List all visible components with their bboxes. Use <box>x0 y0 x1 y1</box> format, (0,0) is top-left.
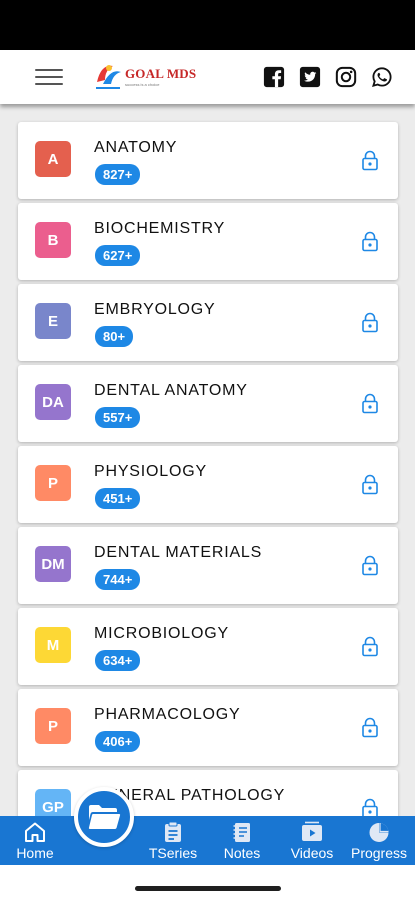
folder-icon <box>88 805 121 829</box>
question-count-badge: 827+ <box>95 164 141 185</box>
subject-card-microbiology[interactable]: M MICROBIOLOGY 634+ <box>18 608 398 685</box>
nav-videos[interactable]: Videos <box>285 816 339 865</box>
nav-notes[interactable]: Notes <box>218 816 266 865</box>
subject-card-pharmacology[interactable]: P PHARMACOLOGY 406+ <box>18 689 398 766</box>
nav-home[interactable]: Home <box>10 816 60 865</box>
social-links <box>263 66 393 88</box>
nav-label: Progress <box>350 845 408 861</box>
lock-icon <box>362 150 378 171</box>
subject-card-dental-anatomy[interactable]: DA DENTAL ANATOMY 557+ <box>18 365 398 442</box>
lock-icon <box>362 474 378 495</box>
logo-tagline: success is a choice <box>125 82 160 87</box>
nav-label: TSeries <box>148 845 198 861</box>
status-bar <box>0 0 415 50</box>
home-icon <box>25 822 45 842</box>
subject-avatar: E <box>35 303 71 339</box>
question-count-badge: 744+ <box>95 569 141 590</box>
logo-emblem-icon <box>96 65 121 89</box>
question-count-badge: 557+ <box>95 407 141 428</box>
home-indicator[interactable] <box>135 886 281 891</box>
instagram-icon[interactable] <box>335 66 357 88</box>
subject-avatar: M <box>35 627 71 663</box>
twitter-icon[interactable] <box>299 66 321 88</box>
subject-card-embryology[interactable]: E EMBRYOLOGY 80+ <box>18 284 398 361</box>
hamburger-line <box>35 69 63 71</box>
subject-avatar: P <box>35 465 71 501</box>
nav-label: Notes <box>223 845 261 861</box>
nav-label: Home <box>16 845 54 861</box>
facebook-icon[interactable] <box>263 66 285 88</box>
video-icon <box>302 821 322 841</box>
nav-progress[interactable]: Progress <box>347 816 411 865</box>
pie-chart-icon <box>369 823 389 842</box>
subject-card-anatomy[interactable]: A ANATOMY 827+ <box>18 122 398 199</box>
subject-avatar: B <box>35 222 71 258</box>
subject-name: DENTAL ANATOMY <box>94 382 248 399</box>
subject-name: DENTAL MATERIALS <box>94 544 263 561</box>
subject-name: BIOCHEMISTRY <box>94 220 226 237</box>
subject-avatar: GP <box>35 789 71 816</box>
menu-button[interactable] <box>35 66 63 88</box>
question-count-badge: 80+ <box>95 326 134 347</box>
subject-card-biochemistry[interactable]: B BIOCHEMISTRY 627+ <box>18 203 398 280</box>
app-header: GOAL MDS success is a choice <box>0 50 415 104</box>
lock-icon <box>362 312 378 333</box>
hamburger-line <box>35 76 63 78</box>
subject-name: EMBRYOLOGY <box>94 301 216 318</box>
folder-fab-button[interactable] <box>74 787 134 847</box>
bottom-navigation: Home TSeries Notes Videos Progress <box>0 816 415 865</box>
lock-icon <box>362 717 378 738</box>
lock-icon <box>362 798 378 816</box>
lock-icon <box>362 636 378 657</box>
subject-avatar: P <box>35 708 71 744</box>
question-count-badge: 451+ <box>95 488 141 509</box>
lock-icon <box>362 231 378 252</box>
system-navigation-bar <box>0 865 415 900</box>
subject-avatar: DA <box>35 384 71 420</box>
app-logo: GOAL MDS success is a choice <box>93 57 196 97</box>
question-count-badge: 627+ <box>95 245 141 266</box>
nav-label: Videos <box>290 845 334 861</box>
lock-icon <box>362 555 378 576</box>
subject-card-physiology[interactable]: P PHYSIOLOGY 451+ <box>18 446 398 523</box>
subject-name: PHARMACOLOGY <box>94 706 241 723</box>
subject-list: A ANATOMY 827+ B BIOCHEMISTRY 627+ E EMB… <box>0 104 415 816</box>
question-count-badge: 406+ <box>95 731 141 752</box>
lock-icon <box>362 393 378 414</box>
subject-name: MICROBIOLOGY <box>94 625 229 642</box>
subject-name: ANATOMY <box>94 139 178 156</box>
subject-avatar: A <box>35 141 71 177</box>
subject-avatar: DM <box>35 546 71 582</box>
whatsapp-icon[interactable] <box>371 66 393 88</box>
clipboard-icon <box>165 821 181 842</box>
notes-icon <box>233 823 250 842</box>
nav-tseries[interactable]: TSeries <box>144 816 202 865</box>
hamburger-line <box>35 83 63 85</box>
subject-name: PHYSIOLOGY <box>94 463 207 480</box>
question-count-badge: 634+ <box>95 650 141 671</box>
subject-card-dental-materials[interactable]: DM DENTAL MATERIALS 744+ <box>18 527 398 604</box>
logo-text: GOAL MDS <box>125 66 197 81</box>
